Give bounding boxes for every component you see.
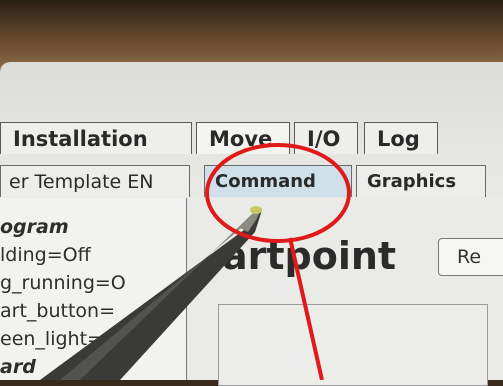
tab-label: Graphics bbox=[367, 171, 457, 192]
node-title: artpoint bbox=[222, 234, 397, 278]
tab-label: Command bbox=[215, 171, 316, 192]
tab-installation[interactable]: Installation bbox=[0, 122, 192, 154]
command-area bbox=[218, 304, 488, 386]
tab-label: Installation bbox=[13, 127, 148, 151]
tab-label: Log bbox=[377, 127, 420, 151]
tree-item[interactable]: een_light= bbox=[0, 328, 103, 350]
secondary-tab-bar: er Template EN Command Graphics bbox=[0, 165, 503, 197]
command-panel: artpoint Re bbox=[188, 198, 503, 386]
monitor-bezel bbox=[0, 0, 503, 70]
tree-item[interactable]: lding=Off bbox=[0, 244, 91, 266]
rename-button[interactable]: Re bbox=[438, 238, 503, 276]
program-tree-panel: ogram lding=Off g_running=O art_button= … bbox=[0, 198, 187, 380]
tree-item-guard[interactable]: ard bbox=[0, 356, 36, 378]
button-label: Re bbox=[457, 246, 482, 268]
primary-tab-bar: Installation Move I/O Log bbox=[0, 122, 503, 154]
tab-log[interactable]: Log bbox=[364, 122, 438, 154]
tree-item-program[interactable]: ogram bbox=[0, 216, 69, 238]
tab-graphics[interactable]: Graphics bbox=[356, 165, 486, 197]
tab-io[interactable]: I/O bbox=[294, 122, 358, 154]
tab-move[interactable]: Move bbox=[196, 122, 290, 154]
tree-item[interactable]: art_button= bbox=[0, 300, 115, 322]
tab-program-template[interactable]: er Template EN bbox=[0, 165, 190, 197]
tab-label: I/O bbox=[307, 127, 341, 151]
tab-command[interactable]: Command bbox=[204, 165, 352, 197]
tab-label: Move bbox=[209, 127, 273, 151]
tree-item[interactable]: g_running=O bbox=[0, 272, 126, 294]
tab-label: er Template EN bbox=[9, 171, 154, 193]
